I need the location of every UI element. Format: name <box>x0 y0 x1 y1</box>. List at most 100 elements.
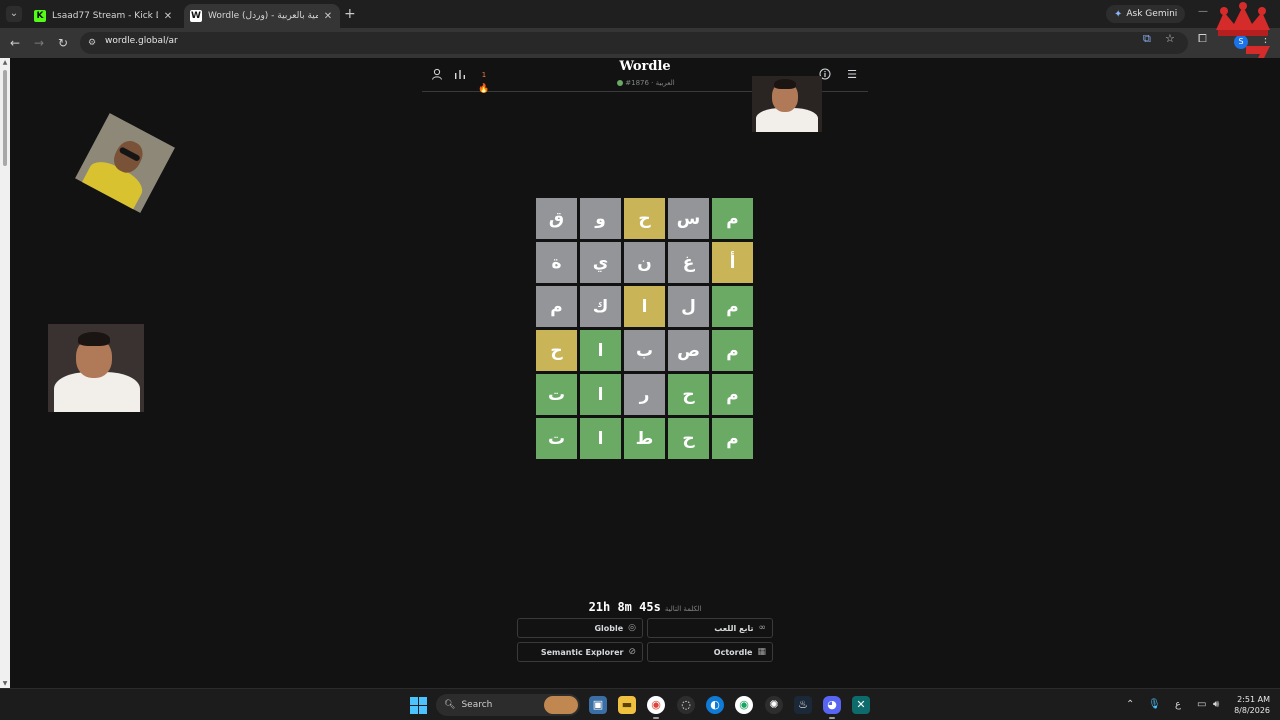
streak-count: 1 <box>481 71 487 79</box>
tab-kick-dashboard[interactable]: K Lsaad77 Stream - Kick Dashboard ✕ <box>28 4 180 28</box>
network-icon[interactable]: ▭ <box>1197 699 1206 710</box>
game-subtitle: #1876 · العربية <box>595 79 695 87</box>
tile-correct: ا <box>580 374 621 415</box>
compass-icon: ⊘ <box>628 647 636 657</box>
tile-correct: م <box>712 418 753 459</box>
windows-start-icon[interactable] <box>410 697 427 714</box>
tile-correct: م <box>712 374 753 415</box>
tile-absent: و <box>580 198 621 239</box>
countdown-timer: 21h 8m 45s <box>588 600 661 614</box>
windows-taskbar: 🔍︎ Search ▣ ▬ ◉ ◌ ◐ ◉ ✺ ♨ ◕ ✕ ⌃ 🎙︎ ع ▭ 🔊… <box>0 688 1280 720</box>
countdown-label: الكلمة التالية <box>664 605 702 613</box>
link-label: تابع اللعب <box>714 623 754 633</box>
semantic-explorer-link[interactable]: Semantic Explorer ⊘ <box>517 642 643 662</box>
tile-absent: س <box>668 198 709 239</box>
clock-time: 2:51 AM <box>1237 695 1270 704</box>
tab-search-chevron-icon[interactable]: ⌄ <box>6 6 22 22</box>
microphone-icon[interactable]: 🎙︎ <box>1148 699 1161 710</box>
tile-correct: ح <box>668 418 709 459</box>
chrome-canary-icon[interactable]: ◉ <box>735 696 753 714</box>
hamburger-menu-icon[interactable]: ☰ <box>845 68 859 82</box>
edge-icon[interactable]: ◐ <box>706 696 724 714</box>
search-label: Search <box>461 700 493 710</box>
infinity-icon: ∞ <box>758 623 767 633</box>
bookmark-star-icon[interactable]: ☆ <box>1165 32 1175 45</box>
scrollbar-thumb[interactable] <box>3 70 7 166</box>
tile-absent: ص <box>668 330 709 371</box>
more-games-links: Globle ◎ تابع اللعب ∞ Semantic Explorer … <box>517 618 774 662</box>
link-label: Globle <box>594 623 624 633</box>
site-info-icon[interactable]: ⚙ <box>88 37 100 49</box>
scroll-up-icon[interactable]: ▲ <box>1 59 9 66</box>
status-dot-icon <box>617 80 624 86</box>
obs-icon[interactable]: ◌ <box>677 696 695 714</box>
tray-chevron-up-icon[interactable]: ⌃ <box>1126 699 1134 710</box>
tile-absent: ل <box>668 286 709 327</box>
openai-icon[interactable]: ✺ <box>765 696 783 714</box>
extensions-puzzle-icon[interactable]: ⧠ <box>1198 32 1207 46</box>
chrome-icon[interactable]: ◉ <box>647 696 665 719</box>
tile-absent: ق <box>536 198 577 239</box>
wordle-icon: W <box>190 10 202 22</box>
tile-present: أ <box>712 242 753 283</box>
page-viewport: ▲ ▼ 1🔥 Wordle #1876 · العربية ☰ ق و ح س … <box>0 58 1280 688</box>
next-word-countdown: 21h 8m 45s الكلمة التالية <box>560 596 730 615</box>
user-icon[interactable] <box>430 68 444 82</box>
globe-icon: ◎ <box>628 623 636 633</box>
streak-flame-icon[interactable]: 1🔥 <box>477 68 491 94</box>
vertical-scrollbar[interactable]: ▲ ▼ <box>0 58 10 688</box>
tile-absent: غ <box>668 242 709 283</box>
ask-gemini-label: Ask Gemini <box>1126 9 1178 19</box>
tile-present: ا <box>624 286 665 327</box>
grid-icon: ▦ <box>757 647 766 657</box>
taskbar-search-box[interactable]: 🔍︎ Search <box>436 694 580 716</box>
file-explorer-icon[interactable]: ▬ <box>618 696 636 714</box>
tile-present: ح <box>536 330 577 371</box>
continue-playing-link[interactable]: تابع اللعب ∞ <box>647 618 773 638</box>
globle-link[interactable]: Globle ◎ <box>517 618 643 638</box>
tile-absent: ك <box>580 286 621 327</box>
tile-absent: ب <box>624 330 665 371</box>
wordle-board: قوحسمةينغأمكالمحابصمتارحمتاطحم <box>536 198 754 459</box>
reload-icon[interactable]: ↻ <box>55 35 71 51</box>
steam-icon[interactable]: ♨ <box>794 696 812 714</box>
link-label: Semantic Explorer <box>540 647 624 657</box>
tile-absent: ي <box>580 242 621 283</box>
close-icon[interactable]: ✕ <box>162 11 174 22</box>
new-tab-plus-icon[interactable]: + <box>344 6 356 22</box>
browser-tab-strip: ⌄ K Lsaad77 Stream - Kick Dashboard ✕ W … <box>0 0 1280 28</box>
store-app-icon[interactable]: ▣ <box>589 696 607 714</box>
game-number-language: #1876 · العربية <box>625 79 675 87</box>
streamer-cam-overlay-2 <box>48 324 144 412</box>
tile-correct: ا <box>580 330 621 371</box>
forward-arrow-icon[interactable]: → <box>31 35 47 51</box>
system-clock[interactable]: 2:51 AM 8/8/2026 <box>1234 694 1270 716</box>
translate-icon[interactable]: ⧉ <box>1143 32 1151 46</box>
tile-correct: ط <box>624 418 665 459</box>
kick-icon: K <box>34 10 46 22</box>
streamer-cam-overlay <box>752 76 822 132</box>
tile-correct: م <box>712 330 753 371</box>
minimize-icon[interactable]: — <box>1198 6 1208 17</box>
tab-wordle[interactable]: W Wordle (وردل) - اليومية بالعربية ✕ <box>184 4 340 28</box>
url-text: wordle.global/ar <box>105 36 178 46</box>
capcut-icon[interactable]: ✕ <box>852 696 870 714</box>
octordle-link[interactable]: Octordle ▦ <box>647 642 773 662</box>
tile-correct: م <box>712 198 753 239</box>
discord-icon[interactable]: ◕ <box>823 696 841 719</box>
tile-present: ح <box>624 198 665 239</box>
input-language[interactable]: ع <box>1175 699 1181 710</box>
volume-icon[interactable]: 🔊︎ <box>1213 699 1219 710</box>
search-highlight-image <box>544 696 578 714</box>
search-icon: 🔍︎ <box>444 700 456 710</box>
back-arrow-icon[interactable]: ← <box>7 35 23 51</box>
tile-correct: م <box>712 286 753 327</box>
address-bar[interactable]: ⚙ wordle.global/ar <box>80 32 1188 54</box>
browser-toolbar: ← → ↻ ⚙ wordle.global/ar ⧉ ☆ ⧠ S ⋮ <box>0 28 1280 58</box>
tile-correct: ت <box>536 418 577 459</box>
page-title: Wordle <box>619 59 671 74</box>
scroll-down-icon[interactable]: ▼ <box>1 680 9 687</box>
ask-gemini-button[interactable]: ✦ Ask Gemini <box>1106 5 1186 23</box>
close-icon[interactable]: ✕ <box>322 11 334 22</box>
statistics-icon[interactable] <box>453 68 467 82</box>
